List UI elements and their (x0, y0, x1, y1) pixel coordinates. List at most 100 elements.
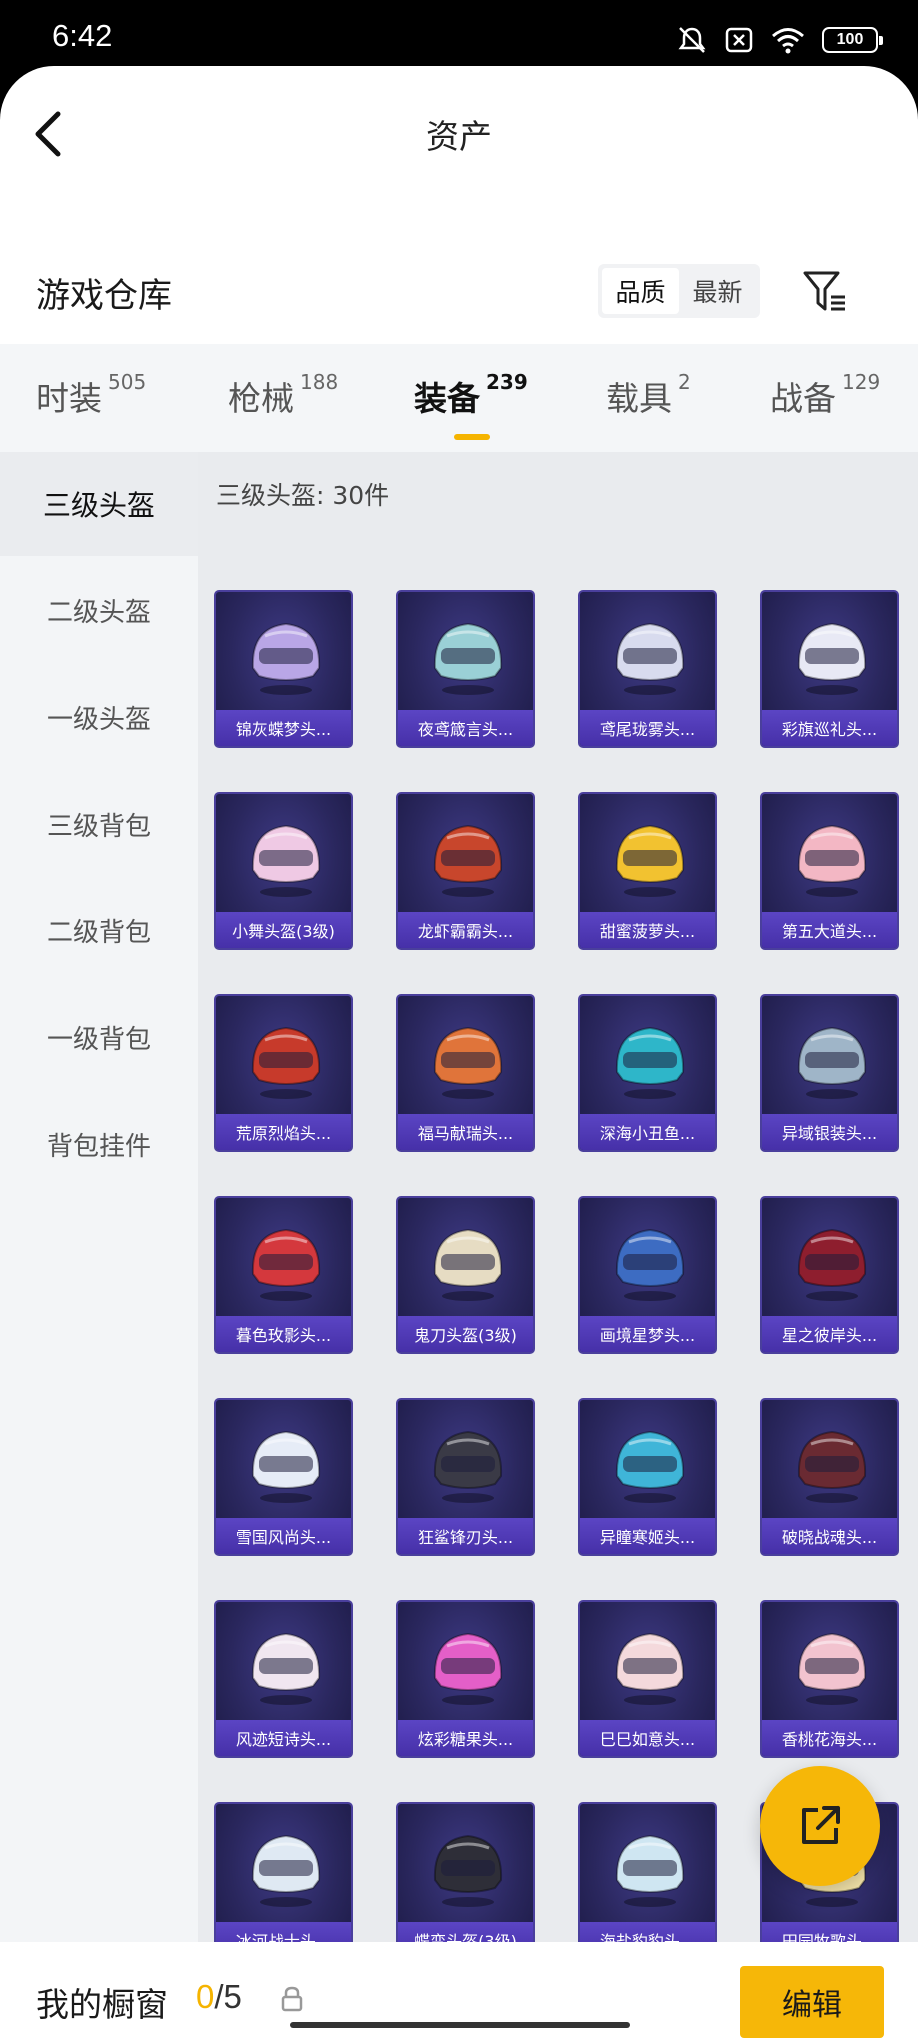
item-grid-panel: 三级头盔: 30件 锦灰蝶梦头... 夜鸢箴言头... 鸢尾珑雾头... 彩旗巡礼头.… (198, 452, 918, 1952)
edit-button[interactable]: 编辑 (740, 1966, 884, 2038)
sidebar: 三级头盔 二级头盔 一级头盔 三级背包 二级背包 一级背包 背包挂件 (0, 452, 198, 1952)
helmet-icon (797, 622, 867, 695)
helmet-icon (797, 1026, 867, 1099)
item-card[interactable]: 冰河战士头... (214, 1802, 353, 1952)
item-name: 雪国风尚头... (216, 1518, 351, 1554)
sort-option-quality[interactable]: 品质 (602, 268, 679, 314)
item-name: 甜蜜菠萝头... (580, 912, 715, 948)
helmet-icon (433, 1834, 503, 1907)
sim-off-icon (725, 27, 753, 53)
sidebar-item-level2-helmet[interactable]: 二级头盔 (0, 558, 198, 662)
item-card[interactable]: 破晓战魂头... (760, 1398, 899, 1556)
sidebar-item-level1-backpack[interactable]: 一级背包 (0, 985, 198, 1089)
wifi-icon (772, 28, 804, 54)
item-card[interactable]: 甜蜜菠萝头... (578, 792, 717, 950)
helmet-icon (251, 622, 321, 695)
item-card[interactable]: 风迹短诗头... (214, 1600, 353, 1758)
helmet-icon (615, 1632, 685, 1705)
helmet-icon (433, 1430, 503, 1503)
tab-guns[interactable]: 枪械 188 (228, 370, 338, 420)
helmet-icon (251, 1430, 321, 1503)
item-name: 狂鲨锋刃头... (398, 1518, 533, 1554)
item-name: 异域银装头... (762, 1114, 897, 1150)
item-card[interactable]: 小舞头盔(3级) (214, 792, 353, 950)
item-card[interactable]: 画境星梦头... (578, 1196, 717, 1354)
item-name: 福马献瑞头... (398, 1114, 533, 1150)
sidebar-item-level2-backpack[interactable]: 二级背包 (0, 878, 198, 982)
item-name: 破晓战魂头... (762, 1518, 897, 1554)
helmet-icon (615, 1834, 685, 1907)
tab-vehicles[interactable]: 载具 2 (606, 370, 691, 420)
item-card[interactable]: 彩旗巡礼头... (760, 590, 899, 748)
helmet-icon (251, 1228, 321, 1301)
lock-icon (281, 1986, 303, 2012)
helmet-icon (797, 1430, 867, 1503)
item-card[interactable]: 夜鸢箴言头... (396, 590, 535, 748)
helmet-icon (251, 824, 321, 897)
item-card[interactable]: 荒原烈焰头... (214, 994, 353, 1152)
helmet-icon (251, 1026, 321, 1099)
item-name: 龙虾霸霸头... (398, 912, 533, 948)
status-bar: 6:42 100 (0, 0, 918, 66)
item-card[interactable]: 蝶变头盔(3级) (396, 1802, 535, 1952)
item-name: 深海小丑鱼... (580, 1114, 715, 1150)
helmet-icon (251, 1834, 321, 1907)
helmet-icon (433, 824, 503, 897)
helmet-icon (797, 824, 867, 897)
item-name: 炫彩糖果头... (398, 1720, 533, 1756)
warehouse-title: 游戏仓库 (36, 276, 172, 316)
helmet-icon (615, 1430, 685, 1503)
status-time: 6:42 (52, 18, 113, 53)
item-name: 异瞳寒姬头... (580, 1518, 715, 1554)
showcase-count: 0/5 (196, 1978, 242, 2015)
item-card[interactable]: 星之彼岸头... (760, 1196, 899, 1354)
sidebar-item-backpack-charm[interactable]: 背包挂件 (0, 1092, 198, 1196)
item-card[interactable]: 鸢尾珑雾头... (578, 590, 717, 748)
item-name: 暮色玫影头... (216, 1316, 351, 1352)
helmet-icon (433, 1026, 503, 1099)
item-card[interactable]: 香桃花海头... (760, 1600, 899, 1758)
item-card[interactable]: 异瞳寒姬头... (578, 1398, 717, 1556)
item-card[interactable]: 巳巳如意头... (578, 1600, 717, 1758)
sort-option-newest[interactable]: 最新 (679, 268, 756, 314)
item-name: 鬼刀头盔(3级) (398, 1316, 533, 1352)
item-name: 夜鸢箴言头... (398, 710, 533, 746)
helmet-icon (433, 1228, 503, 1301)
home-indicator (290, 2022, 630, 2028)
item-name: 荒原烈焰头... (216, 1114, 351, 1150)
item-card[interactable]: 雪国风尚头... (214, 1398, 353, 1556)
sidebar-item-level3-backpack[interactable]: 三级背包 (0, 772, 198, 876)
sidebar-item-level1-helmet[interactable]: 一级头盔 (0, 665, 198, 769)
item-name: 风迹短诗头... (216, 1720, 351, 1756)
item-card[interactable]: 炫彩糖果头... (396, 1600, 535, 1758)
sidebar-item-level3-helmet[interactable]: 三级头盔 (0, 452, 198, 556)
battery-icon: 100 (822, 27, 883, 53)
section-count-label: 三级头盔: 30件 (216, 481, 390, 510)
filter-icon[interactable] (802, 269, 848, 315)
item-card[interactable]: 第五大道头... (760, 792, 899, 950)
share-button[interactable] (760, 1766, 880, 1886)
item-name: 星之彼岸头... (762, 1316, 897, 1352)
item-name: 彩旗巡礼头... (762, 710, 897, 746)
showcase-label: 我的橱窗 (36, 1985, 168, 2024)
item-card[interactable]: 海盐豹豹头... (578, 1802, 717, 1952)
item-name: 画境星梦头... (580, 1316, 715, 1352)
item-card[interactable]: 异域银装头... (760, 994, 899, 1152)
item-card[interactable]: 狂鲨锋刃头... (396, 1398, 535, 1556)
page-title: 资产 (426, 117, 492, 156)
item-name: 第五大道头... (762, 912, 897, 948)
helmet-icon (797, 1632, 867, 1705)
item-name: 鸢尾珑雾头... (580, 710, 715, 746)
tab-equipment[interactable]: 装备 239 (414, 370, 528, 420)
item-card[interactable]: 龙虾霸霸头... (396, 792, 535, 950)
item-card[interactable]: 锦灰蝶梦头... (214, 590, 353, 748)
item-card[interactable]: 鬼刀头盔(3级) (396, 1196, 535, 1354)
tab-fashion[interactable]: 时装 505 (36, 370, 146, 420)
helmet-icon (251, 1632, 321, 1705)
item-card[interactable]: 暮色玫影头... (214, 1196, 353, 1354)
helmet-icon (615, 1026, 685, 1099)
item-card[interactable]: 深海小丑鱼... (578, 994, 717, 1152)
status-icons: 100 (676, 26, 883, 54)
tab-supplies[interactable]: 战备 129 (770, 370, 880, 420)
item-card[interactable]: 福马献瑞头... (396, 994, 535, 1152)
